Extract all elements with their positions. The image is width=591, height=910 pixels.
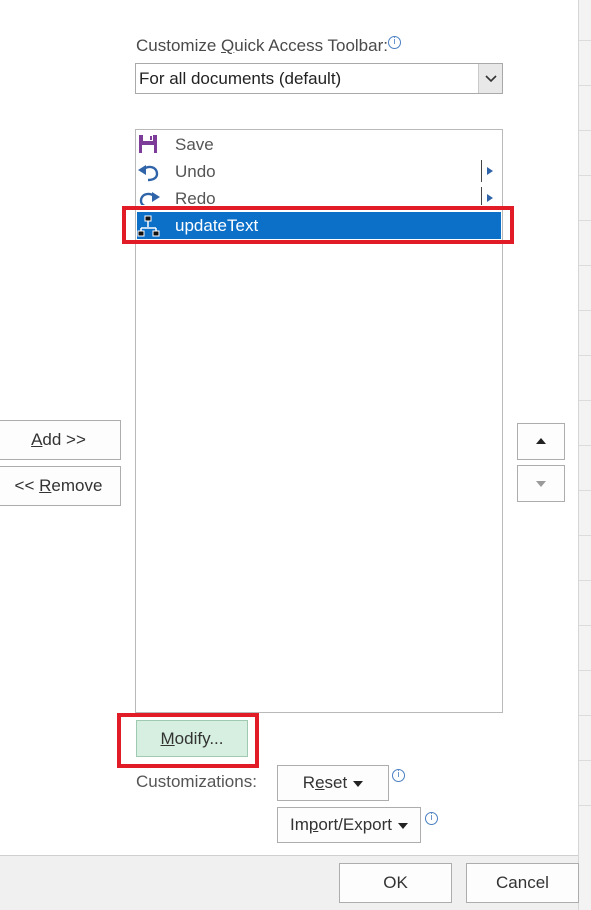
customizations-label: Customizations: <box>136 772 257 791</box>
remove-accelerator: R <box>39 476 52 495</box>
reset-label-prefix: R <box>302 773 316 792</box>
move-up-button[interactable] <box>517 423 565 460</box>
list-item-label: Save <box>175 135 214 154</box>
chevron-down-icon[interactable] <box>478 64 502 93</box>
info-icon[interactable]: i <box>425 812 438 825</box>
import-label-prefix: Im <box>289 815 309 834</box>
list-item-save[interactable]: Save <box>137 131 501 158</box>
remove-label: emove <box>51 476 103 495</box>
cancel-button[interactable]: Cancel <box>466 863 579 903</box>
highlight-annotation <box>117 713 259 768</box>
label-text: Customize <box>136 36 222 55</box>
list-item-undo[interactable]: Undo <box>137 158 501 185</box>
move-down-button[interactable] <box>517 465 565 502</box>
window-edge-strip <box>578 0 591 910</box>
list-item-label: Undo <box>175 162 216 181</box>
redo-icon <box>137 188 161 205</box>
import-label: ort/Export <box>318 815 393 834</box>
reset-label: set <box>324 773 348 792</box>
add-button[interactable]: Add >> <box>0 420 121 460</box>
list-item-label: Redo <box>175 189 216 205</box>
triangle-up-icon <box>536 438 546 444</box>
list-item-redo[interactable]: Redo <box>137 185 501 205</box>
triangle-down-icon <box>536 481 546 487</box>
reset-accelerator: e <box>315 773 325 792</box>
save-icon <box>137 134 161 156</box>
add-label: dd >> <box>42 430 86 449</box>
toolbar-scope-dropdown[interactable]: For all documents (default) <box>135 63 503 94</box>
import-accelerator: p <box>308 815 319 834</box>
reset-button[interactable]: Reset <box>277 765 389 801</box>
add-accelerator: A <box>31 430 43 449</box>
undo-icon <box>137 161 161 183</box>
dropdown-value: For all documents (default) <box>139 69 342 88</box>
submenu-arrow-icon <box>481 160 495 182</box>
info-icon[interactable]: i <box>387 36 401 49</box>
toolbar-scope-label: Customize Quick Access Toolbar: i <box>136 36 401 56</box>
submenu-arrow-icon <box>481 187 495 205</box>
remove-button[interactable]: << Remove <box>0 466 121 506</box>
label-text-rest: uick Access Toolbar: <box>234 36 388 55</box>
remove-prefix: << <box>14 476 40 495</box>
dropdown-caret-icon <box>398 822 409 829</box>
import-export-button[interactable]: Import/Export <box>277 807 421 843</box>
label-accelerator: Q <box>221 36 235 55</box>
info-icon[interactable]: i <box>392 769 405 782</box>
dropdown-caret-icon <box>353 780 364 787</box>
ok-button[interactable]: OK <box>339 863 452 903</box>
highlight-annotation <box>122 206 514 244</box>
